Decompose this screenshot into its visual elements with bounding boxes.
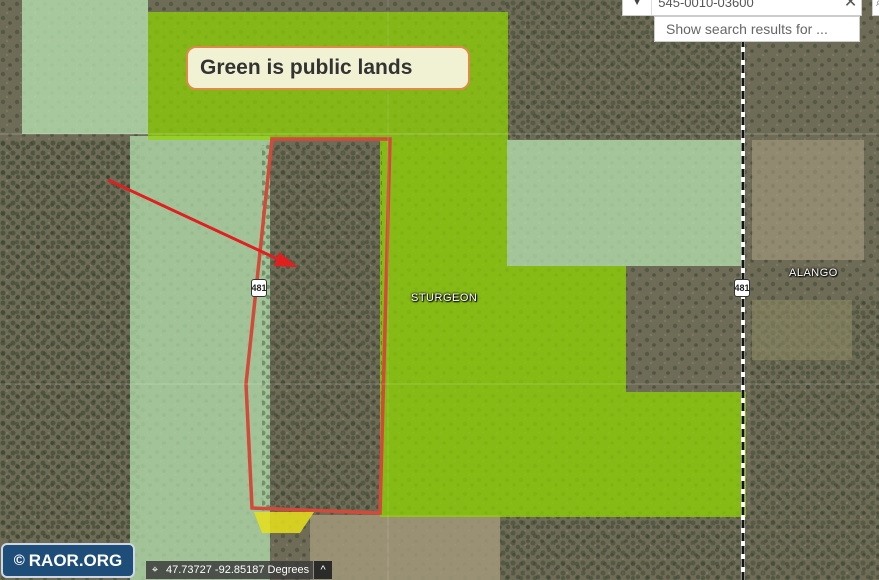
forest-west: [0, 140, 140, 540]
highway-shield-east-label: 481: [734, 283, 750, 293]
parcel-forest: [262, 145, 382, 511]
coordinate-display: ⌖ 47.73727 -92.85187 Degrees ^: [146, 561, 333, 579]
close-icon[interactable]: ✕: [840, 0, 861, 12]
highway-shield-east: 481: [734, 279, 750, 297]
search-icon[interactable]: ⌕: [872, 0, 879, 16]
copyright-symbol: ©: [13, 552, 25, 569]
place-label-sturgeon: STURGEON: [411, 292, 478, 304]
callout-text: Green is public lands: [200, 56, 413, 79]
farm-field: [752, 300, 852, 360]
search-input[interactable]: [652, 0, 841, 12]
raor-logo[interactable]: © RAOR.ORG: [1, 543, 135, 578]
chevron-down-icon[interactable]: ▼: [623, 0, 653, 15]
search-suggestion-text: Show search results for ...: [666, 21, 828, 37]
crosshair-icon[interactable]: ⌖: [146, 564, 164, 577]
highway-shield-west: 481: [251, 279, 267, 297]
coordinate-text: 47.73727 -92.85187 Degrees: [166, 564, 310, 576]
logo-text: RAOR.ORG: [28, 550, 123, 570]
search-bar: ▼ ✕: [622, 0, 862, 16]
search-widget: ▼ ✕ Show search results for ...: [622, 0, 862, 42]
field-south: [310, 515, 500, 580]
public-lands-callout: Green is public lands: [186, 46, 470, 90]
search-suggestion[interactable]: Show search results for ...: [654, 16, 860, 42]
clearing-east: [752, 140, 864, 260]
forest-south: [500, 515, 750, 580]
public-land-pale-east: [507, 140, 745, 266]
public-land-pale-nw: [22, 0, 148, 134]
chevron-up-icon[interactable]: ^: [313, 561, 333, 579]
highway-shield-west-label: 481: [251, 283, 267, 293]
place-label-alango: ALANGO: [789, 267, 838, 279]
